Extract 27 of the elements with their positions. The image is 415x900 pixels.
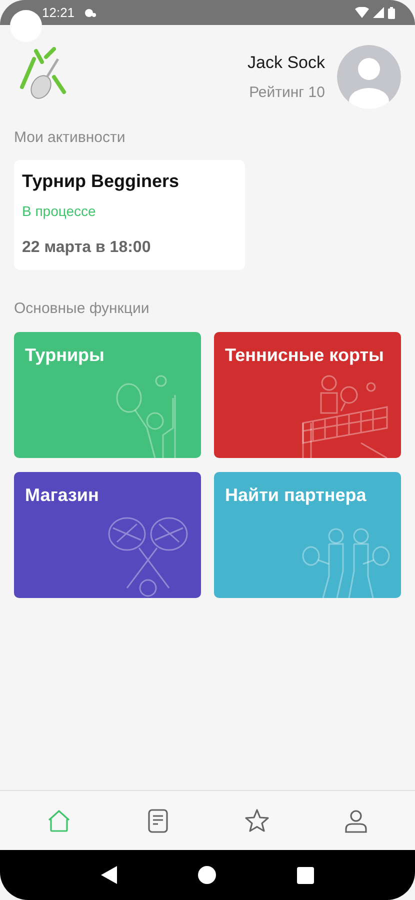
signal-icon: [373, 7, 384, 18]
tile-label: Теннисные корты: [225, 344, 384, 367]
section-title: Мои активности: [14, 128, 126, 148]
touch-indicator: [10, 10, 42, 42]
battery-icon: [388, 6, 395, 18]
star-icon: [244, 809, 269, 832]
home-icon: [47, 810, 72, 832]
user-rating: Рейтинг 10: [249, 82, 325, 102]
recents-icon[interactable]: [297, 866, 314, 884]
document-icon: [148, 808, 168, 832]
notification-icon: [82, 8, 97, 18]
activity-status: В процессе: [22, 202, 97, 221]
home-button-icon[interactable]: [198, 866, 216, 884]
section-title: Основные функции: [14, 298, 150, 318]
tile-label: Магазин: [25, 484, 99, 507]
back-icon[interactable]: [100, 866, 117, 884]
activity-card[interactable]: Турнир Begginers В процессе 22 марта в 18:00: [14, 160, 245, 270]
function-tile[interactable]: Теннисные корты: [214, 332, 401, 458]
status-time: 12:21: [42, 4, 75, 22]
activity-date: 22 марта в 18:00: [22, 238, 152, 258]
profile-icon: [344, 808, 368, 832]
tile-label: Турниры: [25, 344, 104, 367]
activity-title: Турнир Begginers: [22, 170, 180, 193]
function-tile[interactable]: Магазин: [14, 472, 201, 598]
wifi-icon: [355, 7, 369, 18]
tile-label: Найти партнера: [225, 484, 366, 507]
user-name: Jack Sock: [248, 52, 325, 74]
